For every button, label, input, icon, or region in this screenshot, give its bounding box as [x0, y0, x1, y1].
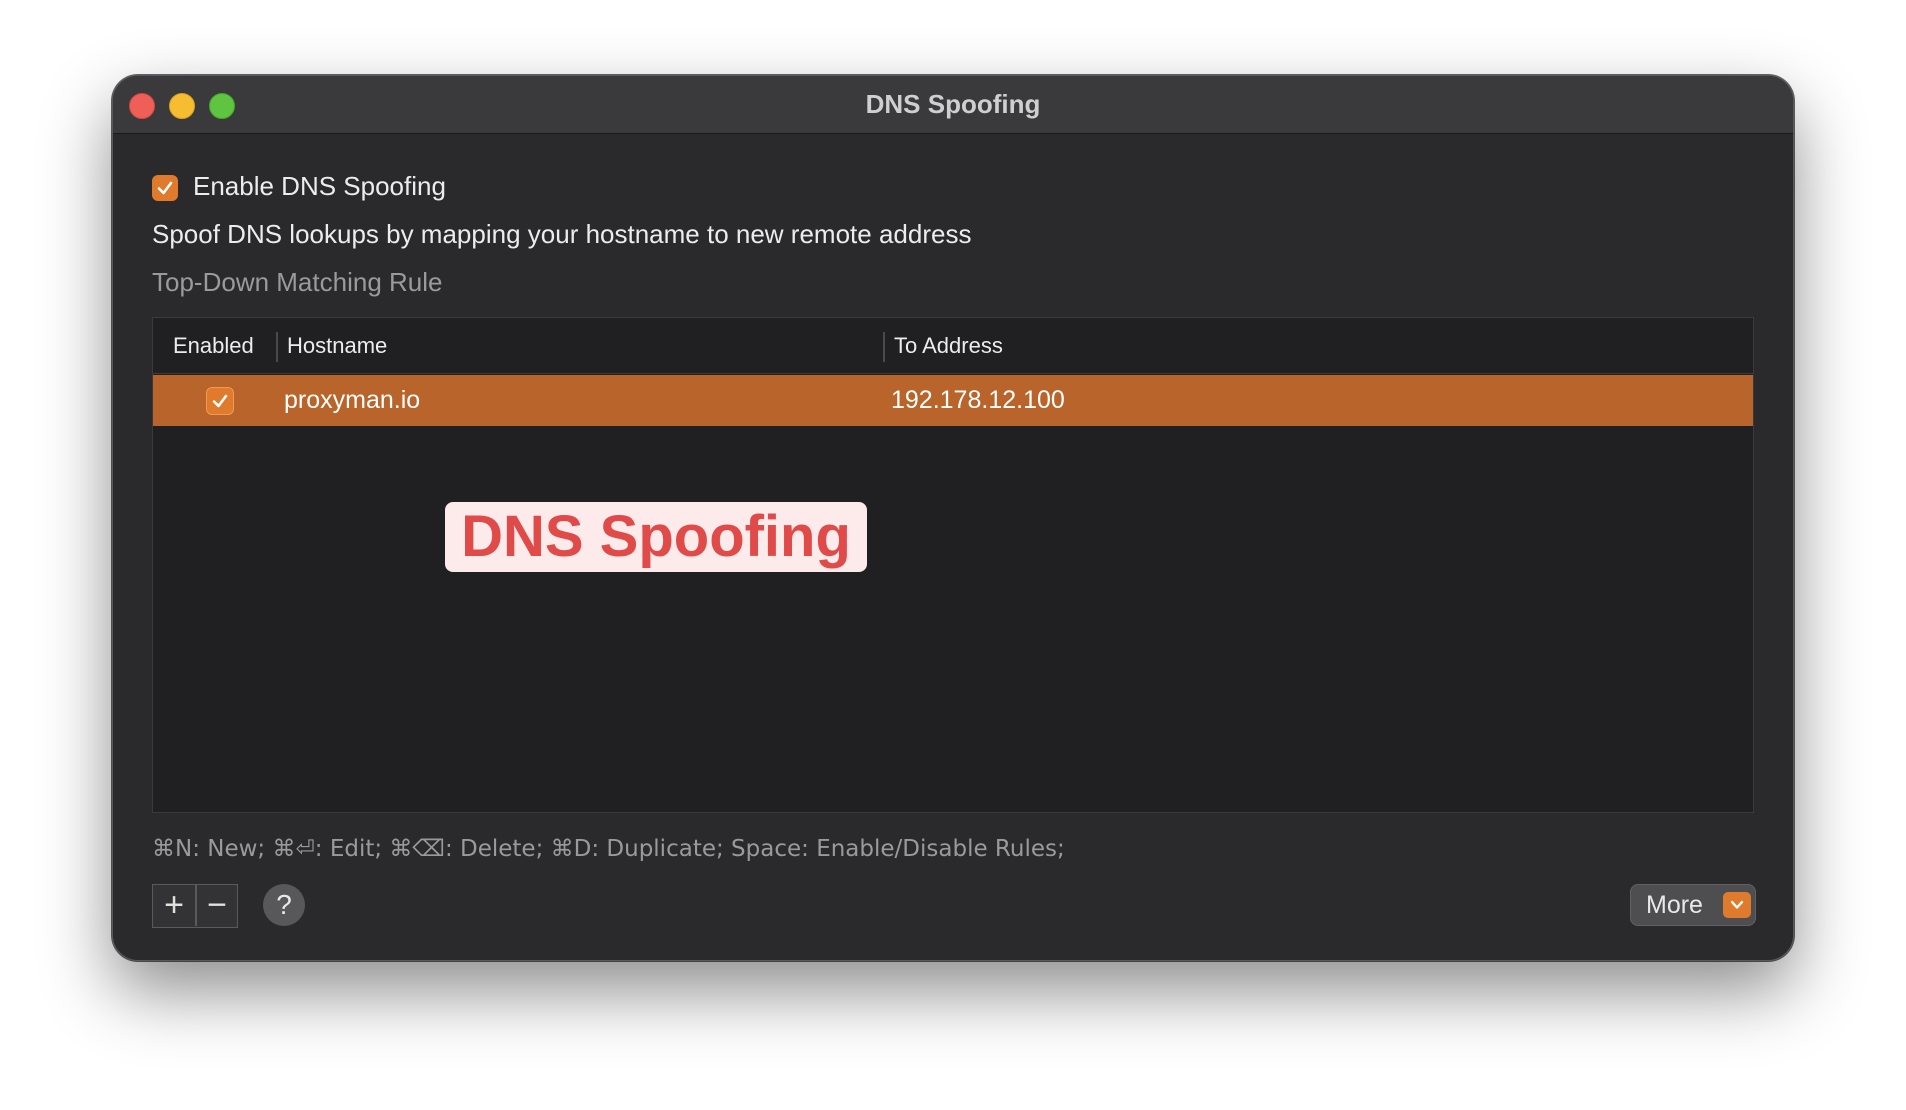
add-remove-button-group: + −: [152, 884, 238, 928]
dns-spoofing-window: DNS Spoofing Enable DNS Spoofing Spoof D…: [112, 75, 1794, 961]
help-button[interactable]: ?: [263, 884, 305, 926]
row-to-address: 192.178.12.100: [891, 386, 1065, 414]
column-header-to-address[interactable]: To Address: [894, 318, 1003, 374]
remove-rule-button[interactable]: −: [196, 885, 238, 926]
description-text: Spoof DNS lookups by mapping your hostna…: [152, 219, 972, 249]
enable-dns-spoofing-label[interactable]: Enable DNS Spoofing: [193, 171, 446, 202]
row-hostname: proxyman.io: [284, 386, 421, 414]
chevron-down-icon: [1723, 892, 1751, 918]
more-button-label: More: [1646, 891, 1703, 919]
table-header: Enabled Hostname To Address: [153, 318, 1753, 374]
column-header-hostname[interactable]: Hostname: [287, 318, 387, 374]
add-rule-button[interactable]: +: [153, 885, 195, 926]
more-button[interactable]: More: [1630, 884, 1756, 926]
row-enabled-checkbox[interactable]: [206, 387, 234, 415]
keyboard-shortcuts-hint: ⌘N: New; ⌘⏎: Edit; ⌘⌫: Delete; ⌘D: Dupli…: [152, 836, 1065, 862]
column-divider[interactable]: [883, 332, 885, 362]
table-row[interactable]: proxyman.io 192.178.12.100: [153, 375, 1753, 426]
rules-table: Enabled Hostname To Address proxyman.io …: [152, 317, 1754, 813]
window-title: DNS Spoofing: [865, 89, 1041, 119]
column-divider[interactable]: [276, 332, 278, 362]
dns-spoofing-overlay-label: DNS Spoofing: [445, 502, 867, 572]
column-header-enabled[interactable]: Enabled: [173, 318, 254, 374]
checkmark-icon: [157, 181, 173, 195]
titlebar: DNS Spoofing: [113, 76, 1793, 134]
enable-dns-spoofing-checkbox[interactable]: [152, 175, 178, 201]
checkmark-icon: [212, 394, 228, 408]
matching-rule-subtitle: Top-Down Matching Rule: [152, 267, 443, 297]
